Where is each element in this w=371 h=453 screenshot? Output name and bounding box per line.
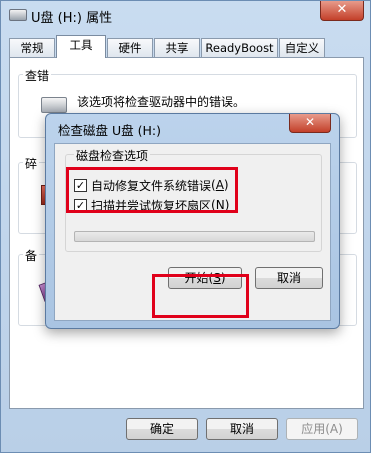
tab-sharing[interactable]: 共享 <box>154 38 200 57</box>
backup-title: 备 <box>23 247 40 264</box>
scan-sectors-accel: (N) <box>211 198 230 212</box>
window-title: U盘 (H:) 属性 <box>31 11 113 26</box>
tab-hardware[interactable]: 硬件 <box>107 38 153 57</box>
drive-icon <box>9 9 27 21</box>
title-bar: U盘 (H:) 属性 ✕ <box>1 1 370 31</box>
check-drive-icon <box>41 97 67 113</box>
tab-tools[interactable]: 工具 <box>56 35 106 58</box>
error-check-title: 查错 <box>23 67 52 84</box>
auto-fix-checkbox[interactable] <box>74 178 87 192</box>
defrag-title: 碎 <box>23 155 40 172</box>
error-check-description: 该选项将检查驱动器中的错误。 <box>77 95 246 109</box>
scan-sectors-option[interactable]: 扫描并尝试恢复坏扇区 (N) <box>74 197 229 213</box>
properties-window: U盘 (H:) 属性 ✕ 常规 工具 硬件 共享 ReadyBoost 自定义 … <box>0 0 371 453</box>
dialog-close-button[interactable]: ✕ <box>289 114 331 133</box>
scan-sectors-checkbox[interactable] <box>74 198 87 212</box>
check-disk-dialog: 检查磁盘 U盘 (H:) ✕ 磁盘检查选项 自动修复文件系统错误 (A) 扫描并… <box>45 113 340 329</box>
auto-fix-option[interactable]: 自动修复文件系统错误 (A) <box>74 177 229 193</box>
tab-readyboost[interactable]: ReadyBoost <box>201 38 278 57</box>
apply-button[interactable]: 应用(A) <box>286 418 358 440</box>
check-progress-bar <box>74 231 315 242</box>
cancel-button[interactable]: 取消 <box>206 418 278 440</box>
ok-button[interactable]: 确定 <box>126 418 198 440</box>
dialog-body: 磁盘检查选项 自动修复文件系统错误 (A) 扫描并尝试恢复坏扇区 (N) 开始(… <box>54 143 331 321</box>
dialog-cancel-button[interactable]: 取消 <box>255 267 323 289</box>
dialog-title: 检查磁盘 U盘 (H:) <box>58 123 161 138</box>
disk-check-options-group: 磁盘检查选项 自动修复文件系统错误 (A) 扫描并尝试恢复坏扇区 (N) <box>65 147 322 252</box>
auto-fix-label: 自动修复文件系统错误 <box>91 178 212 193</box>
disk-check-options-title: 磁盘检查选项 <box>74 147 151 164</box>
start-button[interactable]: 开始(S) <box>168 267 242 289</box>
close-button[interactable]: ✕ <box>320 1 364 21</box>
tab-customize[interactable]: 自定义 <box>279 38 325 57</box>
tab-general[interactable]: 常规 <box>9 38 55 57</box>
scan-sectors-label: 扫描并尝试恢复坏扇区 <box>91 198 212 213</box>
auto-fix-accel: (A) <box>211 178 229 192</box>
